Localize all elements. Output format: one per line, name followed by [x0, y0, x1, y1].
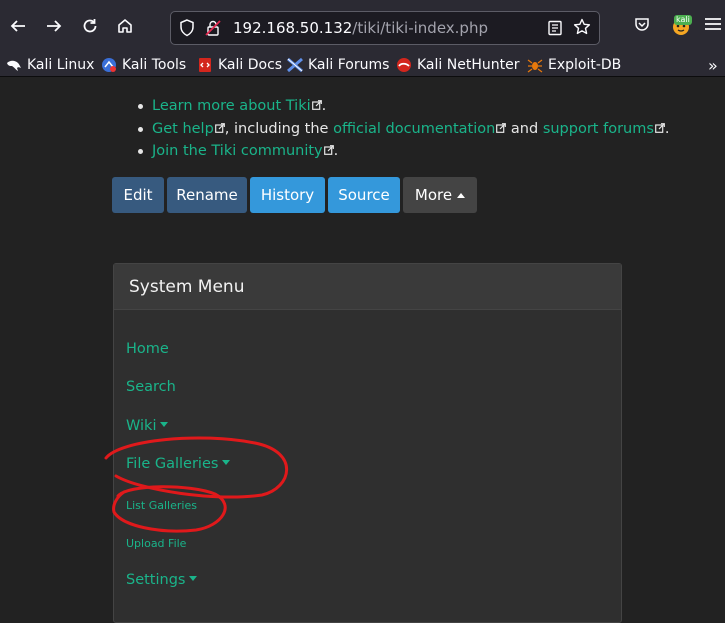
get-help-link[interactable]: Get help	[152, 121, 214, 137]
back-icon[interactable]	[6, 14, 30, 38]
bookmark-label: Exploit-DB	[548, 57, 622, 73]
menu-item-label: List Galleries	[126, 499, 197, 512]
external-link-icon	[496, 122, 507, 133]
more-button[interactable]: More	[403, 177, 477, 213]
exploit-db-spider-icon	[527, 57, 543, 73]
menu-item-settings[interactable]: Settings	[126, 572, 198, 588]
list-text: and	[506, 120, 543, 137]
external-link-icon	[214, 122, 225, 133]
bookmark-label: Kali Forums	[308, 57, 390, 73]
menu-item-label: File Galleries	[126, 456, 219, 472]
list-text: .	[664, 120, 670, 137]
menu-item-list-galleries[interactable]: List Galleries	[126, 499, 197, 512]
system-menu-panel: System Menu Home Search Wiki File Galler…	[113, 263, 622, 623]
tracking-shield-icon[interactable]	[179, 19, 195, 41]
bookmark-kali-forums[interactable]: Kali Forums	[287, 55, 389, 75]
support-forums-link[interactable]: support forums	[543, 121, 654, 137]
menu-item-search[interactable]: Search	[126, 379, 176, 395]
menu-item-file-galleries[interactable]: File Galleries	[126, 456, 231, 472]
list-text: , including the	[224, 120, 334, 137]
bookmark-kali-nethunter[interactable]: Kali NetHunter	[396, 55, 519, 75]
list-item: Learn more about Tiki.	[133, 95, 670, 118]
reload-icon[interactable]	[78, 14, 102, 38]
url-bar[interactable]: 192.168.50.132/tiki/tiki-index.php	[170, 11, 600, 45]
history-button[interactable]: History	[250, 177, 325, 213]
caret-down-icon	[189, 576, 198, 581]
bookmark-label: Kali NetHunter	[417, 57, 520, 73]
external-link-icon	[655, 122, 665, 133]
pocket-icon[interactable]	[634, 17, 650, 37]
kali-tools-icon	[101, 57, 117, 73]
more-button-label: More	[414, 186, 453, 204]
nethunter-icon	[396, 57, 412, 73]
caret-up-icon	[457, 192, 466, 198]
source-button[interactable]: Source	[328, 177, 400, 213]
forward-icon[interactable]	[42, 14, 66, 38]
bookmark-label: Kali Docs	[218, 57, 283, 73]
bookmark-kali-tools[interactable]: Kali Tools	[101, 55, 186, 75]
insecure-lock-icon[interactable]	[205, 19, 221, 41]
home-icon[interactable]	[113, 14, 137, 38]
bookmark-exploit-db[interactable]: Exploit-DB	[527, 55, 621, 75]
menu-item-upload-file[interactable]: Upload File	[126, 537, 186, 550]
system-menu-title: System Menu	[114, 264, 621, 310]
menu-item-label: Settings	[126, 572, 186, 588]
bookmark-kali-docs[interactable]: Kali Docs	[197, 55, 282, 75]
list-text: .	[321, 98, 327, 114]
menu-item-label: Search	[126, 379, 176, 395]
list-item: Get help , including the official documen…	[133, 118, 670, 141]
menu-item-wiki[interactable]: Wiki	[126, 418, 169, 434]
bookmark-star-icon[interactable]	[573, 18, 591, 40]
kali-docs-icon	[197, 57, 213, 73]
official-documentation-link[interactable]: official documentation	[333, 121, 495, 137]
menu-item-label: Wiki	[126, 418, 157, 434]
external-link-icon	[323, 145, 334, 155]
menu-item-home[interactable]: Home	[126, 341, 169, 357]
join-community-link[interactable]: Join the Tiki community	[152, 143, 323, 159]
bookmarks-bar: Kali Linux Kali Tools Kali Docs Kali For…	[0, 52, 725, 77]
external-link-icon	[311, 100, 322, 110]
menu-item-label: Upload File	[126, 537, 187, 550]
kali-dragon-icon	[6, 57, 22, 73]
learn-more-link[interactable]: Learn more about Tiki	[152, 98, 311, 114]
profile-badge: kali	[674, 15, 692, 25]
bookmark-kali-linux[interactable]: Kali Linux	[6, 55, 94, 75]
rename-button[interactable]: Rename	[167, 177, 247, 213]
bookmarks-overflow-icon[interactable]: »	[708, 56, 718, 75]
page-content: Learn more about Tiki. Get help , includi…	[0, 77, 725, 623]
caret-down-icon	[222, 460, 231, 465]
hamburger-menu-icon[interactable]	[704, 16, 722, 36]
help-links-list: Learn more about Tiki. Get help , includi…	[133, 95, 670, 163]
kali-forums-icon	[287, 57, 303, 73]
list-item: Join the Tiki community.	[133, 140, 670, 163]
bookmark-label: Kali Linux	[27, 57, 95, 73]
reader-view-icon[interactable]	[547, 20, 563, 40]
bookmark-label: Kali Tools	[122, 57, 187, 73]
menu-item-label: Home	[126, 341, 169, 357]
url-text[interactable]: 192.168.50.132/tiki/tiki-index.php	[233, 19, 488, 37]
list-text: .	[333, 143, 339, 159]
edit-button[interactable]: Edit	[112, 177, 164, 213]
browser-toolbar: 192.168.50.132/tiki/tiki-index.php kali	[0, 0, 725, 52]
caret-down-icon	[160, 422, 169, 427]
